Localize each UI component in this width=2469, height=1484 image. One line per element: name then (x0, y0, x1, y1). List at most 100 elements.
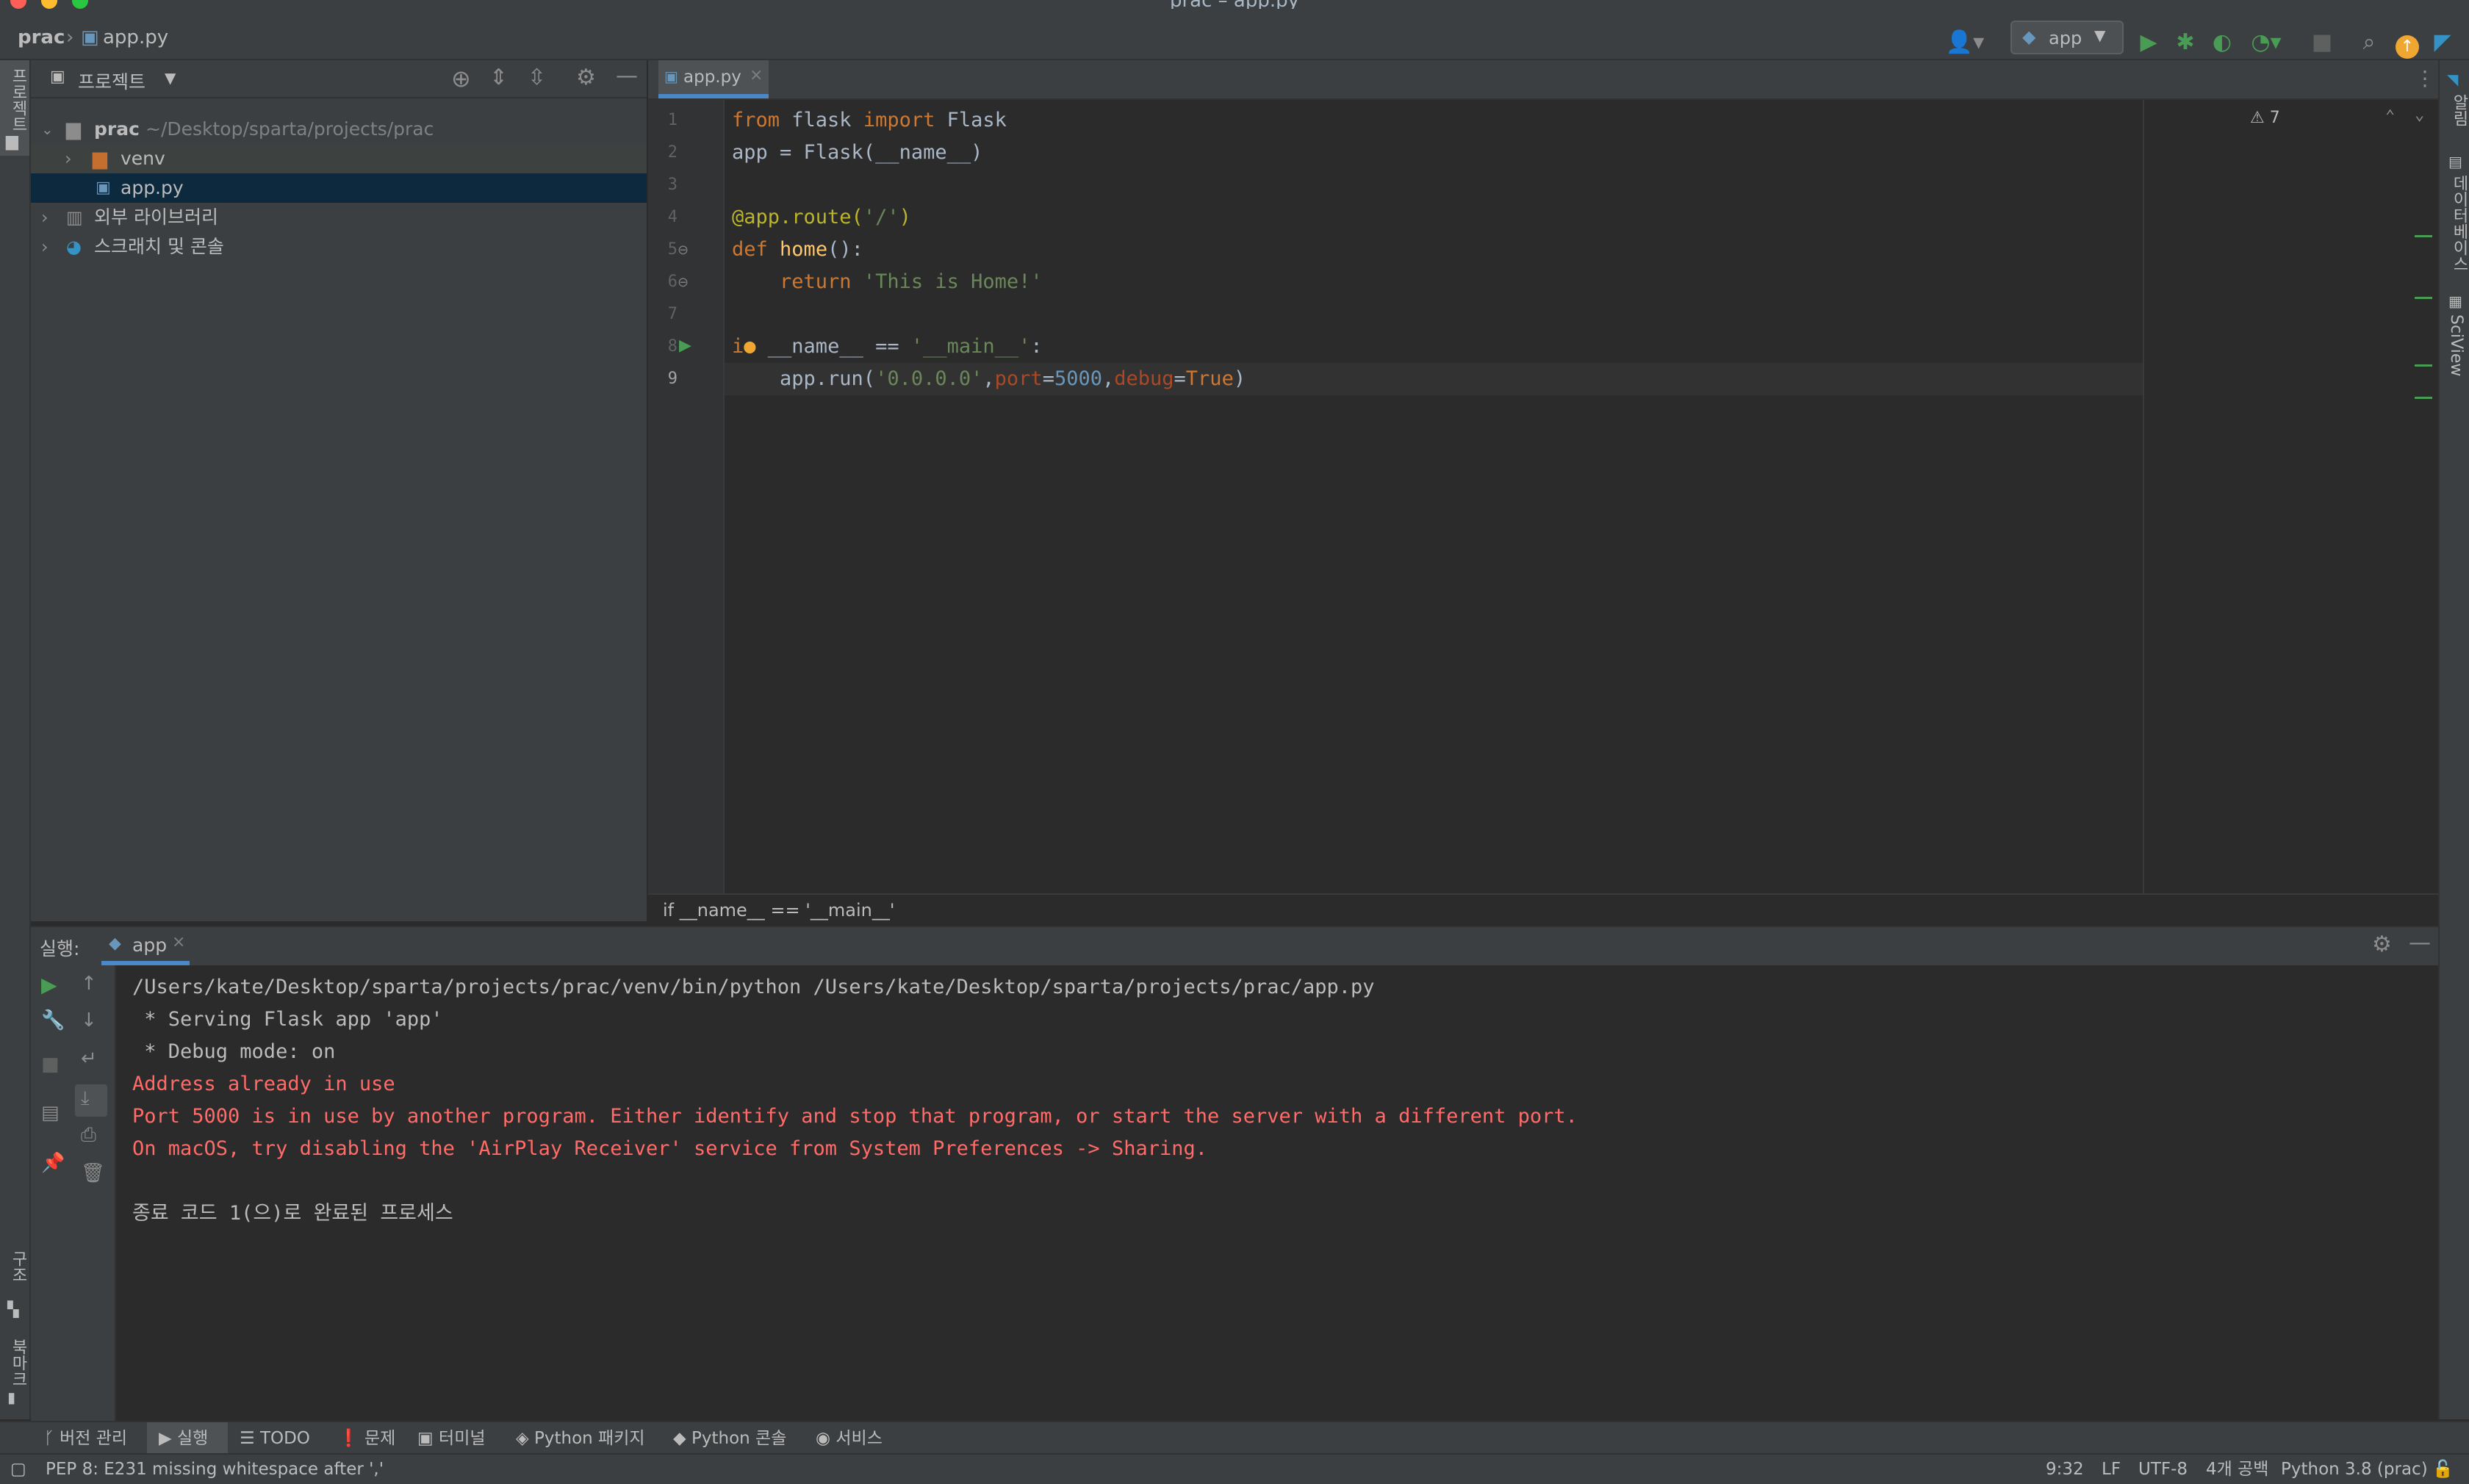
close-icon[interactable]: × (750, 66, 763, 84)
expand-all-icon[interactable]: ⇕ (489, 65, 508, 90)
bookmarks-tool-button[interactable]: 북마크 ▮ (0, 1339, 29, 1412)
print-icon[interactable]: ⎙ (81, 1124, 96, 1147)
line-separator[interactable]: LF (2102, 1455, 2121, 1484)
code-line-4: @app.route('/') (732, 206, 911, 228)
python-icon: ◆ (109, 934, 121, 953)
run-gutter-icon[interactable]: ▶ (679, 336, 691, 355)
jetbrains-icon[interactable]: ◤ (2429, 31, 2456, 54)
change-marker (2415, 297, 2432, 299)
tree-item-prac[interactable]: ⌄ ▆ prac ~/Desktop/sparta/projects/prac (31, 115, 647, 144)
chevron-right-icon[interactable]: › (65, 144, 72, 173)
tab-services[interactable]: ◉ 서비스 (816, 1422, 883, 1455)
code-line-6: return 'This is Home!' (780, 270, 1043, 293)
console-error-line: On macOS, try disabling the 'AirPlay Rec… (132, 1137, 1207, 1160)
chevron-up-icon[interactable]: ⌃ (2385, 107, 2395, 126)
tab-terminal[interactable]: ▣ 터미널 (417, 1422, 486, 1455)
line-number: 6 (667, 273, 678, 291)
breadcrumb-file[interactable]: app.py (103, 26, 168, 48)
python-icon: ◆ (673, 1429, 691, 1448)
coverage-icon[interactable]: ◐ (2209, 31, 2235, 54)
tree-item-scratches[interactable]: › ◕ 스크래치 및 콘솔 (31, 232, 647, 262)
run-tab-app[interactable]: ◆ app × (101, 927, 190, 965)
tab-version-control[interactable]: ᚴ 버전 관리 (44, 1422, 127, 1455)
file-encoding[interactable]: UTF-8 (2138, 1455, 2188, 1484)
line-number: 7 (667, 305, 678, 323)
project-view-title[interactable]: 프로젝트 (78, 68, 145, 94)
collapse-all-icon[interactable]: ⇳ (528, 65, 546, 90)
close-icon[interactable]: × (172, 933, 185, 951)
chevron-down-icon: ▼ (2094, 26, 2106, 44)
fold-icon[interactable]: ⊖ (678, 275, 689, 290)
tab-label: 서비스 (835, 1429, 883, 1448)
profile-icon[interactable]: ◔▾ (2246, 31, 2287, 54)
notifications-tool-button[interactable]: ◥ 알림 (2441, 68, 2469, 134)
caret-position[interactable]: 9:32 (2046, 1455, 2084, 1484)
scroll-to-end-button[interactable]: ⤓ (75, 1084, 107, 1117)
lock-icon[interactable]: 🔓 (2432, 1455, 2454, 1484)
tree-item-label: 스크래치 및 콘솔 (94, 236, 224, 257)
code-line-8: i● __name__ == '__main__': (732, 335, 1043, 358)
structure-tool-label: 구조 (9, 1250, 27, 1283)
tab-python-packages[interactable]: ◈ Python 패키지 (516, 1422, 645, 1455)
hide-icon[interactable]: — (2409, 930, 2431, 956)
chevron-right-icon[interactable]: › (41, 203, 48, 232)
code-editor[interactable]: from flask import Flask app = Flask(__na… (725, 100, 2438, 893)
breadcrumb-project[interactable]: prac (18, 26, 65, 48)
stop-icon[interactable]: ■ (41, 1053, 60, 1076)
indent-setting[interactable]: 4개 공백 (2206, 1455, 2268, 1484)
tab-problems[interactable]: ❗ 문제 (338, 1422, 395, 1455)
gear-icon[interactable]: ⚙ (2372, 932, 2392, 957)
locate-icon[interactable]: ⊕ (451, 65, 471, 93)
warnings-indicator[interactable]: ⚠ 7 (2250, 109, 2280, 127)
sciview-tool-button[interactable]: ▦ SciView (2441, 292, 2469, 439)
editor-tab-bar: ▣ app.py × ⋮ (648, 60, 2438, 100)
stop-icon[interactable]: ■ (2309, 31, 2335, 54)
line-number: 5 (667, 240, 678, 259)
left-tool-stripe: 프로젝트 ▆ 구조 ▚ 북마크 ▮ (0, 60, 31, 1419)
project-tool-button[interactable]: 프로젝트 ▆ (0, 60, 29, 156)
chevron-down-icon[interactable]: ⌄ (41, 115, 54, 144)
run-icon[interactable]: ▶ (2135, 31, 2162, 54)
account-icon[interactable]: 👤▾ (1944, 31, 1985, 54)
arrow-down-icon[interactable]: ↓ (81, 1009, 97, 1031)
code-line-1: from flask import Flask (732, 109, 1007, 132)
hide-icon[interactable]: — (616, 63, 638, 89)
tree-item-venv[interactable]: › ▆ venv (31, 144, 647, 173)
tree-item-external-libraries[interactable]: › ▥ 외부 라이브러리 (31, 203, 647, 232)
breadcrumb-item[interactable]: if __name__ == '__main__' (663, 895, 894, 926)
layout-icon[interactable]: ▤ (41, 1102, 60, 1124)
console-line: /Users/kate/Desktop/sparta/projects/prac… (132, 976, 1375, 998)
run-config-selector[interactable]: ◆ app ▼ (2010, 21, 2124, 54)
structure-tool-button[interactable]: 구조 ▚ (0, 1250, 29, 1324)
fold-icon[interactable]: ⊖ (678, 242, 689, 258)
rerun-icon[interactable]: ▶ (41, 973, 57, 997)
tree-item-label: 외부 라이브러리 (94, 206, 218, 228)
tab-python-console[interactable]: ◆ Python 콘솔 (673, 1422, 786, 1455)
tab-todo[interactable]: ☰ TODO (240, 1422, 310, 1455)
arrow-up-icon[interactable]: ↑ (81, 973, 97, 995)
code-line-2: app = Flask(__name__) (732, 141, 983, 164)
pin-icon[interactable]: 📌 (41, 1152, 65, 1174)
line-number: 4 (667, 208, 678, 226)
trash-icon[interactable]: 🗑 (81, 1162, 105, 1184)
python-interpreter[interactable]: Python 3.8 (prac) (2281, 1455, 2428, 1484)
chevron-right-icon[interactable]: › (41, 232, 48, 262)
line-number: 8 (667, 337, 678, 356)
gear-icon[interactable]: ⚙ (576, 65, 596, 90)
debug-icon[interactable]: ✱ (2172, 31, 2199, 54)
search-icon[interactable]: ⌕ (2356, 31, 2382, 54)
update-icon[interactable]: ↑ (2396, 35, 2419, 59)
database-tool-button[interactable]: ▤ 데이터베이스 (2441, 153, 2469, 300)
editor-tab-app-py[interactable]: ▣ app.py × (658, 60, 769, 98)
sciview-icon: ▦ (2448, 292, 2462, 310)
more-options-icon[interactable]: ⋮ (2415, 66, 2435, 90)
chevron-down-icon[interactable]: ▼ (165, 69, 176, 87)
soft-wrap-icon[interactable]: ↵ (81, 1048, 97, 1070)
run-icon: ▶ (159, 1429, 177, 1448)
console-output[interactable]: /Users/kate/Desktop/sparta/projects/prac… (116, 965, 2418, 1421)
tab-run[interactable]: ▶ 실행 (147, 1422, 228, 1455)
toggle-panels-icon[interactable]: ▢ (10, 1455, 26, 1484)
tree-item-app-py[interactable]: ▣ app.py (31, 173, 647, 203)
wrench-icon[interactable]: 🔧 (41, 1009, 65, 1031)
chevron-down-icon[interactable]: ⌄ (2415, 106, 2424, 124)
